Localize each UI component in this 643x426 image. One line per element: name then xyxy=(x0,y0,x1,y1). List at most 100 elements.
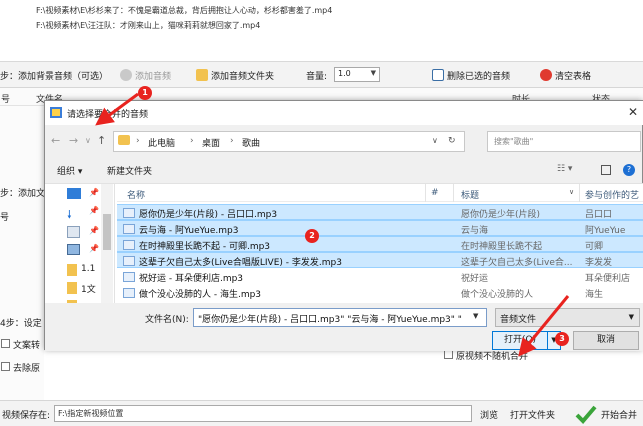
address-bar[interactable]: › 此电脑 › 桌面 › 歌曲 ∨ ↻ xyxy=(113,131,465,152)
step-label: 步：添加背景音频（可选） xyxy=(0,72,109,82)
delete-selected-label: 删除已选的音频 xyxy=(447,71,511,82)
file-row[interactable]: 愿你仍是少年(片段) - 吕口口.mp3 愿你仍是少年(片段) 吕口口 xyxy=(117,204,643,220)
folder-icon xyxy=(118,135,130,148)
open-button[interactable]: 打开(O) xyxy=(492,331,548,350)
random-merge-checkbox[interactable] xyxy=(444,350,453,359)
pin-icon: 📌 xyxy=(89,226,99,235)
organize-menu[interactable]: 组织 ▾ xyxy=(57,164,82,177)
breadcrumb-this-pc[interactable]: 此电脑 xyxy=(148,136,175,149)
file-name: 做个没心没肺的人 - 海生.mp3 xyxy=(139,290,262,300)
text-convert-label: 文案转 xyxy=(13,341,41,351)
list-delete-icon xyxy=(432,69,444,81)
audio-file-icon xyxy=(123,272,135,282)
delete-selected-audio-button[interactable]: 删除已选的音频 xyxy=(432,65,510,85)
file-row[interactable]: 祝好运 - 耳朵便利店.mp3 祝好运 耳朵便利店 xyxy=(117,269,643,285)
column-divider[interactable] xyxy=(425,184,426,202)
documents-icon[interactable] xyxy=(67,226,80,238)
annotation-badge: 1 xyxy=(138,86,152,100)
download-icon[interactable]: 🠗 xyxy=(67,206,81,220)
step4-label: 4步：设定 xyxy=(0,319,42,329)
file-row[interactable]: 在时神殿里长跪不起 - 可卿.mp3 在时神殿里长跪不起 可卿 xyxy=(117,236,643,252)
back-arrow-icon[interactable]: ← xyxy=(51,134,60,147)
audio-file-icon xyxy=(123,208,135,218)
breadcrumb-separator: › xyxy=(230,136,234,146)
file-title: 愿你仍是少年(片段) xyxy=(461,210,541,220)
file-row[interactable]: 云与海 - 阿YueYue.mp3 云与海 阿YueYue xyxy=(117,220,643,236)
text-convert-checkbox[interactable] xyxy=(1,339,10,348)
up-arrow-icon[interactable]: ↑ xyxy=(97,134,106,147)
breadcrumb-songs[interactable]: 歌曲 xyxy=(242,136,260,149)
column-number: 号 xyxy=(1,95,11,105)
folder-icon xyxy=(67,282,77,294)
save-location-label: 视频保存在: xyxy=(2,411,51,421)
file-artist: 可卿 xyxy=(585,242,604,252)
search-input[interactable]: 搜索"歌曲" xyxy=(487,131,641,152)
pin-icon: 📌 xyxy=(89,188,99,197)
file-row[interactable]: 这辈子欠自己太多(Live合唱版LIVE) - 李发发.mp3 这辈子欠自己太多… xyxy=(117,252,643,268)
chevron-down-icon[interactable]: ▼ xyxy=(473,312,478,320)
filetype-select[interactable]: 音频文件 ▼ xyxy=(495,308,640,327)
column-number: 号 xyxy=(0,213,10,223)
folder-icon xyxy=(196,69,208,81)
preview-pane-icon[interactable] xyxy=(601,165,611,175)
desktop-icon[interactable] xyxy=(67,188,81,199)
column-divider[interactable] xyxy=(453,184,454,202)
file-row[interactable]: 做个没心没肺的人 - 海生.mp3 做个没心没肺的人 海生 xyxy=(117,285,643,301)
view-options-icon[interactable]: ☷ ▾ xyxy=(557,164,572,174)
clear-table-button[interactable]: 清空表格 xyxy=(540,65,591,85)
breadcrumb-separator: › xyxy=(190,136,194,146)
file-artist: 李发发 xyxy=(585,258,613,268)
column-title[interactable]: 标题 xyxy=(461,188,479,201)
chevron-down-icon[interactable]: ∨ xyxy=(85,136,91,145)
command-bar: 组织 ▾ 新建文件夹 ☷ ▾ ? xyxy=(45,159,643,181)
file-name: 祝好运 - 耳朵便利店.mp3 xyxy=(139,274,244,284)
file-list-header: 名称 # 标题 ∨ 参与创作的艺 xyxy=(117,184,643,202)
remove-original-label: 去除原 xyxy=(13,364,41,374)
file-artist: 吕口口 xyxy=(585,210,613,220)
volume-label: 音量: xyxy=(306,72,328,82)
add-audio-label: 添加音频 xyxy=(135,71,172,82)
filename-label: 文件名(N): xyxy=(145,315,189,325)
volume-select[interactable]: 1.0 ▼ xyxy=(334,67,380,82)
column-track-number[interactable]: # xyxy=(431,188,439,198)
file-browser: 📌 🠗 📌 📌 📌 1.1 1文 名称 # 标题 ∨ 参与创作的艺 愿你仍是少年… xyxy=(45,183,643,304)
navigation-scrollbar[interactable] xyxy=(101,184,113,304)
file-title: 祝好运 xyxy=(461,274,489,284)
browse-button[interactable]: 浏览 xyxy=(480,408,498,421)
close-icon[interactable]: ✕ xyxy=(628,105,638,119)
file-name: 愿你仍是少年(片段) - 吕口口.mp3 xyxy=(139,210,278,220)
save-path-input[interactable]: F:\指定新视频位置 xyxy=(54,405,472,422)
volume-value: 1.0 xyxy=(338,69,351,78)
file-title: 云与海 xyxy=(461,226,489,236)
cancel-button[interactable]: 取消 xyxy=(573,331,639,350)
add-audio-button[interactable]: 添加音频 xyxy=(120,65,171,85)
add-audio-folder-button[interactable]: 添加音频文件夹 xyxy=(196,65,274,85)
file-name: 这辈子欠自己太多(Live合唱版LIVE) - 李发发.mp3 xyxy=(139,258,342,268)
file-title: 这辈子欠自己太多(Live合... xyxy=(461,258,573,268)
breadcrumb-desktop[interactable]: 桌面 xyxy=(202,136,220,149)
new-folder-button[interactable]: 新建文件夹 xyxy=(107,164,152,177)
chevron-down-icon[interactable]: ∨ xyxy=(432,136,438,145)
forward-arrow-icon[interactable]: → xyxy=(69,134,78,147)
step3-label: 步：添加文 xyxy=(0,189,46,199)
open-folder-button[interactable]: 打开文件夹 xyxy=(510,408,555,421)
refresh-icon[interactable]: ↻ xyxy=(448,136,456,146)
pictures-icon[interactable] xyxy=(67,244,80,255)
column-artist[interactable]: 参与创作的艺 xyxy=(585,188,639,201)
column-name[interactable]: 名称 xyxy=(127,188,145,201)
scrollbar-thumb[interactable] xyxy=(103,214,111,250)
remove-original-checkbox[interactable] xyxy=(1,362,10,371)
help-icon[interactable]: ? xyxy=(623,164,635,176)
chevron-down-icon[interactable]: ∨ xyxy=(569,188,574,196)
file-name: 云与海 - 阿YueYue.mp3 xyxy=(139,226,239,236)
pin-icon: 📌 xyxy=(89,244,99,253)
checkmark-icon xyxy=(575,405,597,424)
column-divider[interactable] xyxy=(579,184,580,202)
annotation-badge: 3 xyxy=(555,332,569,346)
filename-input[interactable]: "愿你仍是少年(片段) - 吕口口.mp3" "云与海 - 阿YueYue.mp… xyxy=(193,308,487,327)
navigation-pane: 📌 🠗 📌 📌 📌 1.1 1文 xyxy=(45,184,115,304)
add-audio-folder-label: 添加音频文件夹 xyxy=(211,71,275,82)
background-left-strip: 步：添加文 号 4步：设定 文案转 去除原 xyxy=(0,106,46,426)
audio-file-icon xyxy=(123,256,135,266)
start-merge-button[interactable]: 开始合并 xyxy=(575,402,643,426)
